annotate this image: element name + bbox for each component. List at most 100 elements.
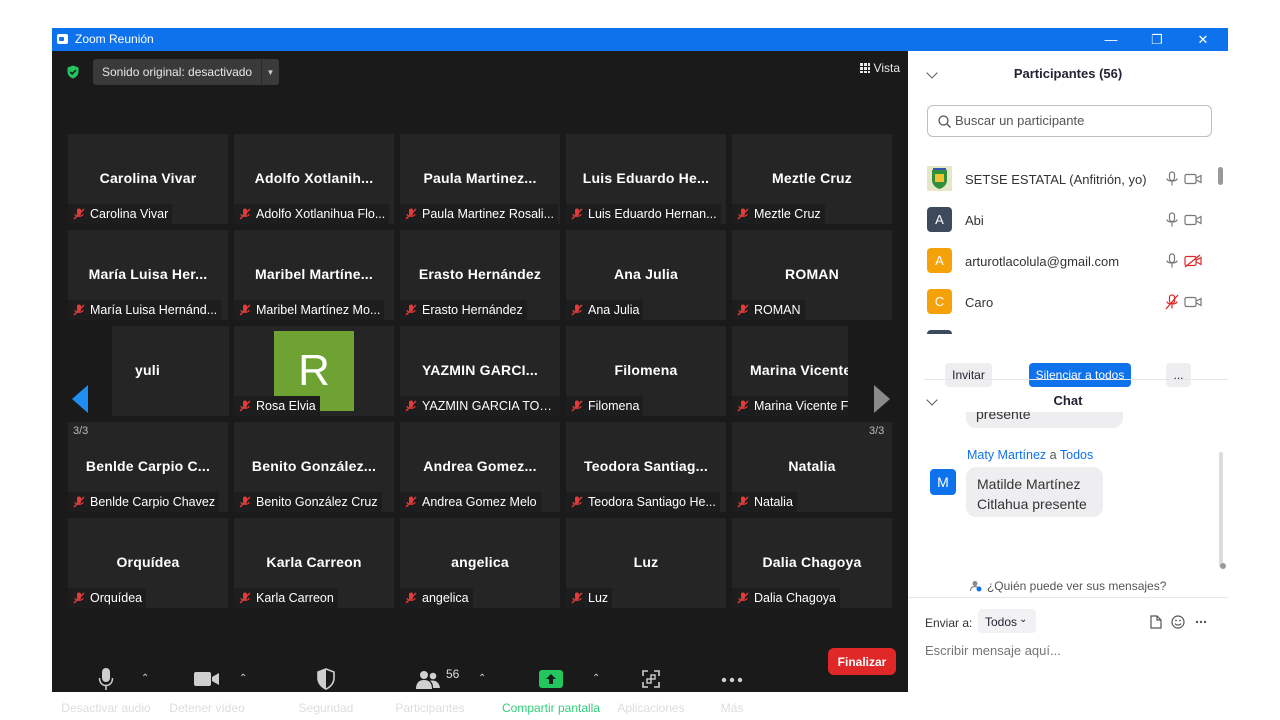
participant-name-tag: Adolfo Xotlanihua Flo... bbox=[234, 204, 390, 224]
participant-row[interactable]: C Caro bbox=[927, 282, 1207, 323]
participants-more-button[interactable]: ... bbox=[1166, 363, 1191, 387]
video-tile[interactable]: Paula Martinez... Paula Martinez Rosali..… bbox=[400, 134, 560, 224]
microphone-icon[interactable] bbox=[1165, 212, 1179, 228]
video-tile[interactable]: angelica angelica bbox=[400, 518, 560, 608]
video-tile[interactable]: Benito González... Benito González Cruz bbox=[234, 422, 394, 512]
participant-name: Teodora Santiago He... bbox=[588, 495, 716, 509]
muted-microphone-icon bbox=[73, 592, 85, 604]
more-label: Más bbox=[720, 701, 744, 715]
who-can-see-messages-link[interactable]: ¿Quién puede ver sus mensajes? bbox=[908, 579, 1228, 593]
close-button[interactable]: ✕ bbox=[1180, 28, 1226, 51]
zoom-window: Zoom Reunión — ❐ ✕ Sonido original: desa… bbox=[52, 28, 1228, 715]
video-tile[interactable]: Karla Carreon Karla Carreon bbox=[234, 518, 394, 608]
message-recipient[interactable]: Todos bbox=[1060, 448, 1093, 462]
video-tile[interactable]: Marina Vicente Marina Vicente F bbox=[732, 326, 848, 416]
video-tile[interactable]: Luis Eduardo He... Luis Eduardo Hernan... bbox=[566, 134, 726, 224]
muted-microphone-icon bbox=[239, 592, 251, 604]
end-meeting-button[interactable]: Finalizar bbox=[828, 648, 896, 675]
participant-row[interactable]: GMGualberto Monsalvo bbox=[927, 323, 1207, 334]
participant-avatar: A bbox=[927, 248, 952, 273]
participant-search-input[interactable] bbox=[955, 113, 1205, 128]
video-tile[interactable]: YAZMIN GARCI... YAZMIN GARCIA TOL... bbox=[400, 326, 560, 416]
participant-name: Orquídea bbox=[90, 591, 143, 605]
audio-options-caret-icon[interactable]: ⌃ bbox=[141, 673, 149, 684]
invite-button[interactable]: Invitar bbox=[945, 363, 992, 387]
participants-options-caret-icon[interactable]: ⌃ bbox=[478, 673, 486, 684]
chat-message-input[interactable] bbox=[925, 643, 1215, 658]
participant-list-scrollbar[interactable] bbox=[1218, 167, 1223, 185]
video-tile[interactable]: Meztle Cruz Meztle Cruz bbox=[732, 134, 892, 224]
video-tile[interactable]: Andrea Gomez... Andrea Gomez Melo bbox=[400, 422, 560, 512]
participant-name: arturotlacolula@gmail.com bbox=[965, 254, 1120, 269]
microphone-icon[interactable] bbox=[1165, 253, 1179, 269]
participant-row[interactable]: SETSE ESTATAL (Anfitrión, yo) bbox=[927, 162, 1207, 200]
participant-row[interactable]: Aarturotlacolula@gmail.com bbox=[927, 241, 1207, 282]
video-camera-icon[interactable] bbox=[1184, 295, 1202, 309]
view-button[interactable]: Vista bbox=[859, 61, 900, 75]
participant-display-name: Erasto Hernández bbox=[418, 266, 542, 282]
chevron-down-icon[interactable]: ▼ bbox=[261, 59, 279, 85]
participant-name: Andrea Gomez Melo bbox=[422, 495, 537, 509]
file-icon[interactable] bbox=[1150, 615, 1162, 629]
video-tile[interactable]: Teodora Santiag... Teodora Santiago He... bbox=[566, 422, 726, 512]
video-tile[interactable]: yuli bbox=[112, 326, 229, 416]
original-sound-button[interactable]: Sonido original: desactivado ▼ bbox=[93, 59, 279, 85]
participant-name: Filomena bbox=[588, 399, 640, 413]
video-tile[interactable]: Adolfo Xotlanih... Adolfo Xotlanihua Flo.… bbox=[234, 134, 394, 224]
participant-name-tag: Luis Eduardo Hernan... bbox=[566, 204, 721, 224]
video-camera-icon[interactable] bbox=[1184, 213, 1202, 227]
emoji-icon[interactable] bbox=[1171, 615, 1185, 629]
video-tile[interactable]: Luz Luz bbox=[566, 518, 726, 608]
shield-check-icon[interactable] bbox=[66, 65, 80, 79]
view-label: Vista bbox=[873, 61, 900, 75]
video-tile[interactable]: R Rosa Elvia bbox=[234, 326, 394, 416]
video-tile[interactable]: Carolina Vivar Carolina Vivar bbox=[68, 134, 228, 224]
video-camera-icon bbox=[194, 672, 219, 686]
previous-message-bubble: presente bbox=[966, 412, 1123, 428]
chat-scroll-thumb[interactable] bbox=[1220, 563, 1226, 569]
chat-title: Chat bbox=[1053, 393, 1083, 408]
video-tile[interactable]: Dalia Chagoya Dalia Chagoya bbox=[732, 518, 892, 608]
video-tile[interactable]: Benlde Carpio C... Benlde Carpio Chavez bbox=[68, 422, 228, 512]
minimize-button[interactable]: — bbox=[1088, 28, 1134, 51]
muted-microphone-icon[interactable] bbox=[1165, 294, 1179, 310]
chat-scrollbar[interactable] bbox=[1219, 452, 1223, 567]
message-sender[interactable]: Maty Martínez bbox=[967, 448, 1046, 462]
video-tile[interactable]: Ana Julia Ana Julia bbox=[566, 230, 726, 320]
participant-name-tag: Filomena bbox=[566, 396, 644, 416]
participant-name-tag: Karla Carreon bbox=[234, 588, 338, 608]
participant-name-tag: Paula Martinez Rosali... bbox=[400, 204, 559, 224]
previous-page-arrow-icon[interactable] bbox=[72, 385, 88, 413]
participant-display-name: Teodora Santiag... bbox=[584, 458, 708, 474]
next-page-arrow-icon[interactable] bbox=[874, 385, 890, 413]
microphone-icon[interactable] bbox=[1165, 171, 1179, 187]
message-sender-line: Maty Martínez a Todos bbox=[967, 448, 1093, 462]
participant-display-name: Meztle Cruz bbox=[772, 170, 852, 186]
more-dots-icon[interactable] bbox=[1195, 620, 1207, 624]
video-tile[interactable]: Filomena Filomena bbox=[566, 326, 726, 416]
more-dots-icon bbox=[721, 677, 743, 683]
video-off-icon[interactable] bbox=[1184, 254, 1202, 268]
chevron-down-icon: ⌄ bbox=[1019, 614, 1028, 625]
chat-composer: Enviar a: Todos ⌄ bbox=[908, 597, 1228, 692]
video-tile[interactable]: María Luisa Her... María Luisa Hernánd... bbox=[68, 230, 228, 320]
participant-row[interactable]: A Abi bbox=[927, 200, 1207, 241]
muted-microphone-icon bbox=[571, 592, 583, 604]
video-camera-icon[interactable] bbox=[1184, 172, 1202, 186]
message-bubble: Matilde Martínez Citlahua presente bbox=[966, 467, 1103, 517]
video-tile[interactable]: Erasto Hernández Erasto Hernández bbox=[400, 230, 560, 320]
video-tile[interactable]: ROMAN ROMAN bbox=[732, 230, 892, 320]
participant-display-name: Natalia bbox=[788, 458, 836, 474]
participant-search-field[interactable] bbox=[927, 105, 1212, 137]
send-to-dropdown[interactable]: Todos ⌄ bbox=[978, 609, 1036, 633]
video-tile[interactable]: Natalia Natalia bbox=[732, 422, 892, 512]
video-options-caret-icon[interactable]: ⌃ bbox=[239, 673, 247, 684]
share-options-caret-icon[interactable]: ⌃ bbox=[592, 673, 600, 684]
participant-name: Benlde Carpio Chavez bbox=[90, 495, 216, 509]
muted-microphone-icon bbox=[239, 208, 251, 220]
video-tile[interactable]: Maribel Martíne... Maribel Martínez Mo... bbox=[234, 230, 394, 320]
restore-button[interactable]: ❐ bbox=[1134, 28, 1180, 51]
mute-all-button[interactable]: Silenciar a todos bbox=[1029, 363, 1131, 387]
video-tile[interactable]: Orquídea Orquídea bbox=[68, 518, 228, 608]
muted-microphone-icon bbox=[571, 496, 583, 508]
